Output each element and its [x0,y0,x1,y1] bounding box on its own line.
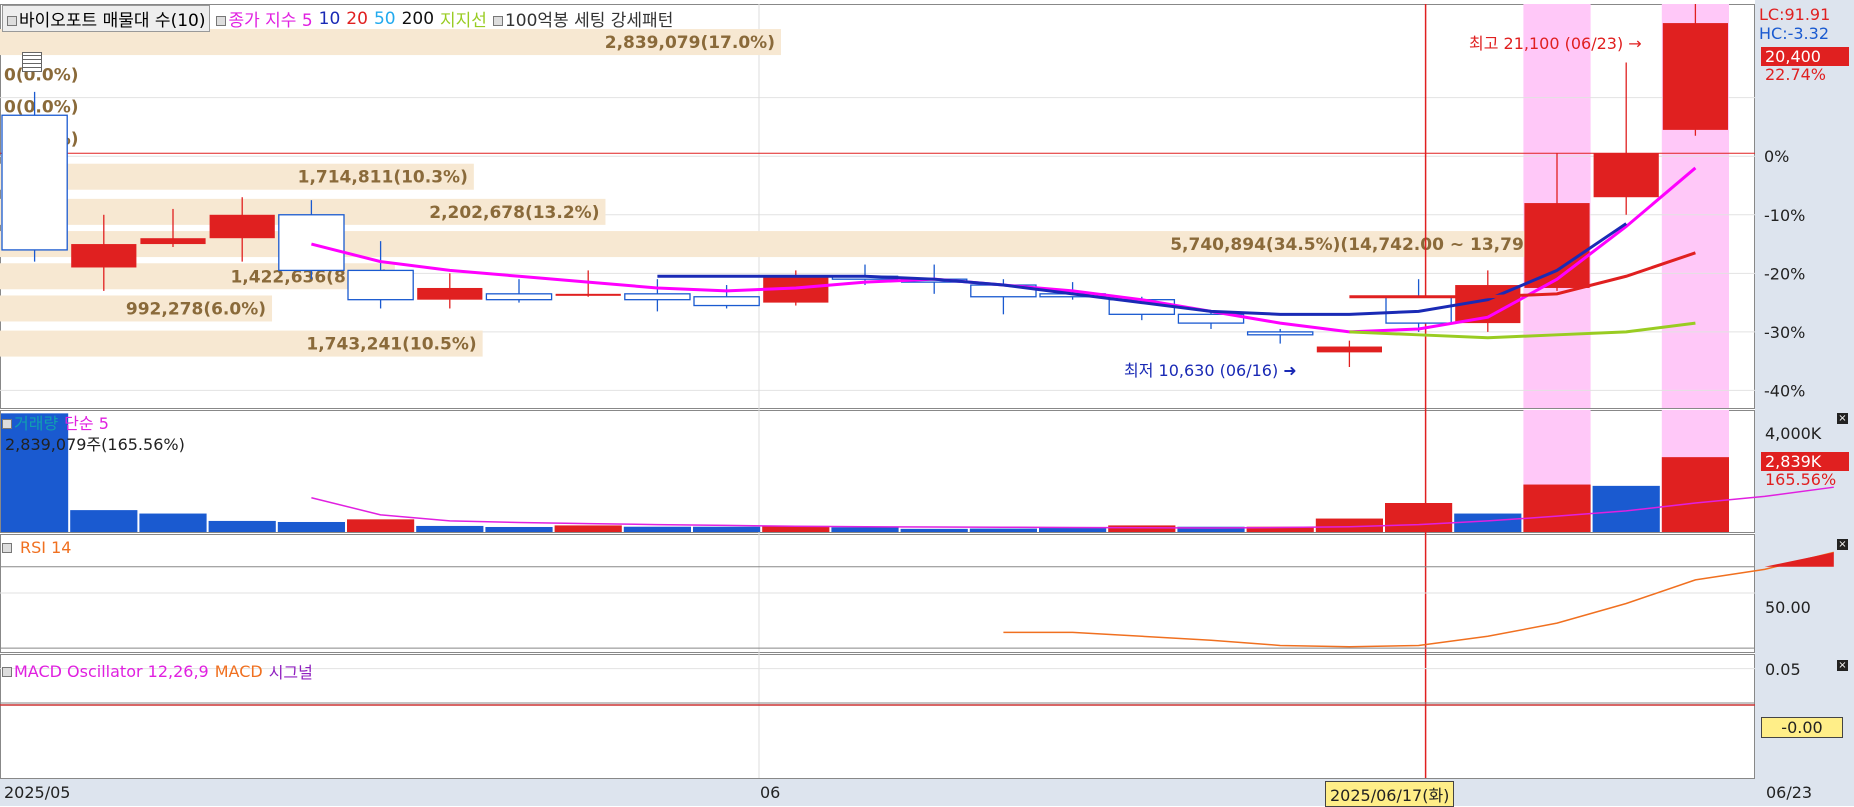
x-label-june: 06 [760,783,781,802]
volume-bar [485,526,553,532]
hc-badge: HC:-3.32 [1759,24,1829,43]
volume-bar [554,525,622,532]
ma200-legend[interactable]: 200 [402,9,434,29]
candle-body [278,214,345,272]
high-note: 최고 21,100 (06/23) → [1469,34,1642,53]
volume-bar [1523,484,1591,532]
candle-body [140,238,206,245]
volume-bar [277,521,345,532]
volume-bar [1039,528,1107,532]
volume-close-icon[interactable]: × [1837,413,1848,424]
candle-body [1,114,68,251]
candle-body [209,214,275,239]
ma20-legend[interactable]: 20 [346,9,368,29]
volume-profile-label: 992,278(6.0%) [126,299,266,319]
candle-body [1662,23,1728,130]
volume-bar [416,525,484,532]
volume-profile-label: 0(0.0%) [4,97,79,117]
macd-legend: MACD Oscillator 12,26,9 MACD 시그널 [2,659,313,683]
candle-body [485,293,553,301]
volume-pct-badge: 165.56% [1765,470,1837,489]
volume-profile-label: 2,839,079(17.0%) [605,33,775,53]
macd-signal-legend[interactable]: 시그널 [269,659,313,683]
x-label-start: 2025/05 [4,783,71,802]
candle-body [693,296,760,307]
candle-body [555,293,621,296]
macd-line-legend[interactable]: MACD [215,662,263,681]
macd-close-icon[interactable]: × [1837,660,1848,671]
low-note: 최저 10,630 (06/16) ➜ [1124,361,1297,380]
candle-body [1593,153,1659,198]
candle-body [624,293,691,301]
volume-bar [1108,525,1176,532]
candle-body [417,287,483,300]
candle-body [347,269,414,301]
y-axis-area [1755,0,1854,806]
indicator-selector[interactable]: 바이오포트 매물대 수(10) [2,5,211,32]
last-pct-badge: 22.74% [1765,65,1827,84]
cursor-date-label: 2025/06/17(화) [1325,781,1455,807]
volume-bar [969,528,1037,532]
ma50-legend[interactable]: 50 [374,9,396,29]
volume-top-tick: 4,000K [1765,424,1822,443]
price-y-tick-label: -20% [1764,264,1805,283]
volume-bar [139,513,207,532]
price-y-tick-label: 0% [1764,147,1789,166]
volume-bar [70,510,138,532]
x-label-end: 06/23 [1766,783,1813,802]
volume-bar [900,528,968,532]
volume-bar [831,527,899,532]
volume-bar [693,526,761,532]
support-legend[interactable]: 지지선 [440,6,487,31]
volume-profile-label: 5,740,894(34.5%)(14,742.00 ~ 13,795.00) [1170,235,1573,255]
x-axis-area [0,778,1854,806]
volume-bar [1661,457,1729,532]
macd-badge: -0.00 [1761,717,1843,738]
volume-profile-label: 1,714,811(10.3%) [298,168,468,188]
price-y-tick-label: -30% [1764,323,1805,342]
candle-body [1246,331,1314,336]
volume-profile-label: 1,743,241(10.5%) [306,335,476,355]
volume-bar [623,526,691,532]
volume-bar [1385,503,1453,532]
rsi-legend[interactable]: RSI 14 [2,538,71,557]
grid-toggle-icon[interactable] [22,52,42,72]
lc-badge: LC:91.91 [1759,5,1831,24]
volume-bar [208,520,276,532]
price-legend: 바이오포트 매물대 수(10) 종가 지수 5 10 20 50 200 지지선… [2,5,673,32]
candle-body [71,244,137,268]
candle-body [1316,346,1382,353]
macd-osc-legend[interactable]: MACD Oscillator 12,26,9 [2,662,209,681]
volume-last-badge: 2,839K [1761,452,1849,471]
price-y-tick-label: -10% [1764,206,1805,225]
volume-readout: 2,839,079주(165.56%) [5,435,185,454]
ma10-legend[interactable]: 10 [319,9,341,29]
macd-top-tick: 0.05 [1765,660,1801,679]
close-index-legend[interactable]: 종가 지수 5 [216,6,313,31]
pattern-legend[interactable]: 100억봉 세팅 강세패턴 [492,6,673,31]
last-price-badge: 20,400 [1761,47,1849,66]
chart-canvas: 0% -10% -20% -30% -40% 2,839,079(17.0%) 0(0.0%… [0,0,1854,806]
rsi-tick: 50.00 [1765,598,1811,617]
rsi-close-icon[interactable]: × [1837,539,1848,550]
candle-body [1524,203,1590,288]
price-y-tick-label: -40% [1764,381,1805,400]
volume-bar [347,519,415,532]
volume-profile-label: 2,202,678(13.2%) [429,203,599,223]
